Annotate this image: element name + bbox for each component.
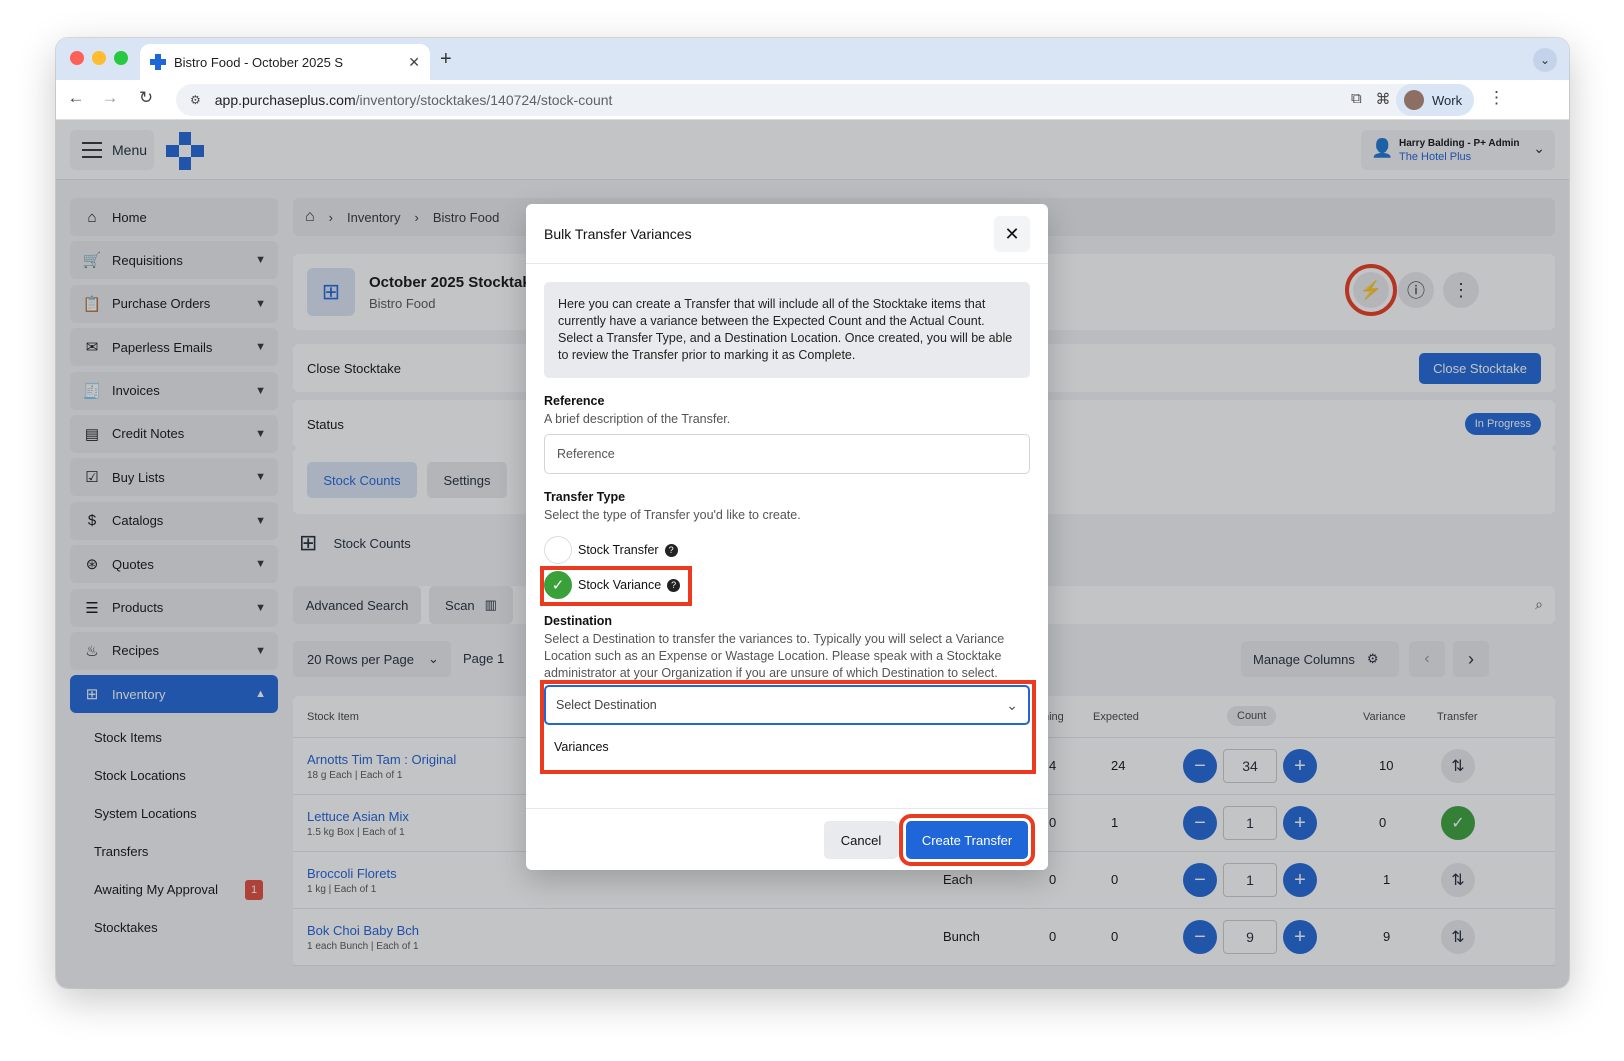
create-transfer-button[interactable]: Create Transfer (899, 814, 1035, 866)
transfer-type-label: Transfer Type (544, 490, 626, 504)
translate-icon[interactable]: ⌘ (1376, 90, 1391, 108)
app-page: Menu 👤 Harry Balding - P+ Admin The Hote… (56, 120, 1569, 988)
radio-label-stock-transfer[interactable]: Stock Transfer? (578, 543, 678, 557)
profile-label: Work (1432, 92, 1463, 108)
destination-help: Select a Destination to transfer the var… (544, 632, 1005, 680)
tab-bar: Bistro Food - October 2025 S ✕ + ⌄ (56, 38, 1569, 80)
reference-help: A brief description of the Transfer. (544, 412, 731, 426)
modal-header: Bulk Transfer Variances ✕ (526, 204, 1048, 264)
maximize-window-button[interactable] (114, 51, 128, 65)
url-host: app.purchaseplus.com (214, 92, 356, 108)
browser-toolbar: ← → ↻ ⚙ app.purchaseplus.com/inventory/s… (56, 80, 1569, 120)
avatar (1404, 90, 1424, 110)
profile-button[interactable]: Work (1396, 84, 1474, 116)
back-icon[interactable]: ← (64, 88, 88, 108)
browser-menu-icon[interactable]: ⋮ (1488, 88, 1505, 108)
highlight-destination (540, 680, 1036, 774)
destination-label: Destination (544, 614, 613, 628)
browser-tab[interactable]: Bistro Food - October 2025 S ✕ (140, 44, 430, 80)
forward-icon[interactable]: → (98, 88, 122, 108)
close-tab-icon[interactable]: ✕ (408, 54, 420, 71)
option-text: Stock Transfer (578, 543, 659, 557)
modal-footer: Cancel Create Transfer (526, 808, 1048, 870)
minimize-window-button[interactable] (92, 51, 106, 65)
tab-title: Bistro Food - October 2025 S (174, 54, 344, 70)
highlight-stock-variance (540, 566, 692, 606)
reference-label: Reference (544, 394, 605, 408)
url-path: /inventory/stocktakes/140724/stock-count (355, 92, 613, 108)
reference-input[interactable] (544, 434, 1030, 474)
cancel-button[interactable]: Cancel (824, 821, 898, 859)
transfer-type-help: Select the type of Transfer you'd like t… (544, 508, 801, 522)
tab-search-icon[interactable]: ⌄ (1533, 48, 1557, 72)
help-icon[interactable]: ? (664, 544, 678, 557)
modal-info-text: Here you can create a Transfer that will… (544, 282, 1030, 378)
site-settings-icon[interactable]: ⚙ (190, 93, 201, 107)
bulk-transfer-modal: Bulk Transfer Variances ✕ Here you can c… (526, 204, 1048, 870)
browser-window: Bistro Food - October 2025 S ✕ + ⌄ ← → ↻… (56, 38, 1569, 988)
favicon-icon (150, 54, 166, 70)
extensions-icon[interactable]: ⧉ (1351, 90, 1362, 107)
reload-icon[interactable]: ↻ (134, 88, 158, 108)
close-icon[interactable]: ✕ (994, 216, 1030, 252)
new-tab-button[interactable]: + (440, 48, 452, 71)
close-window-button[interactable] (70, 51, 84, 65)
modal-title: Bulk Transfer Variances (544, 226, 692, 242)
address-bar[interactable]: ⚙ app.purchaseplus.com/inventory/stockta… (176, 84, 1436, 116)
radio-stock-transfer[interactable] (544, 536, 572, 564)
